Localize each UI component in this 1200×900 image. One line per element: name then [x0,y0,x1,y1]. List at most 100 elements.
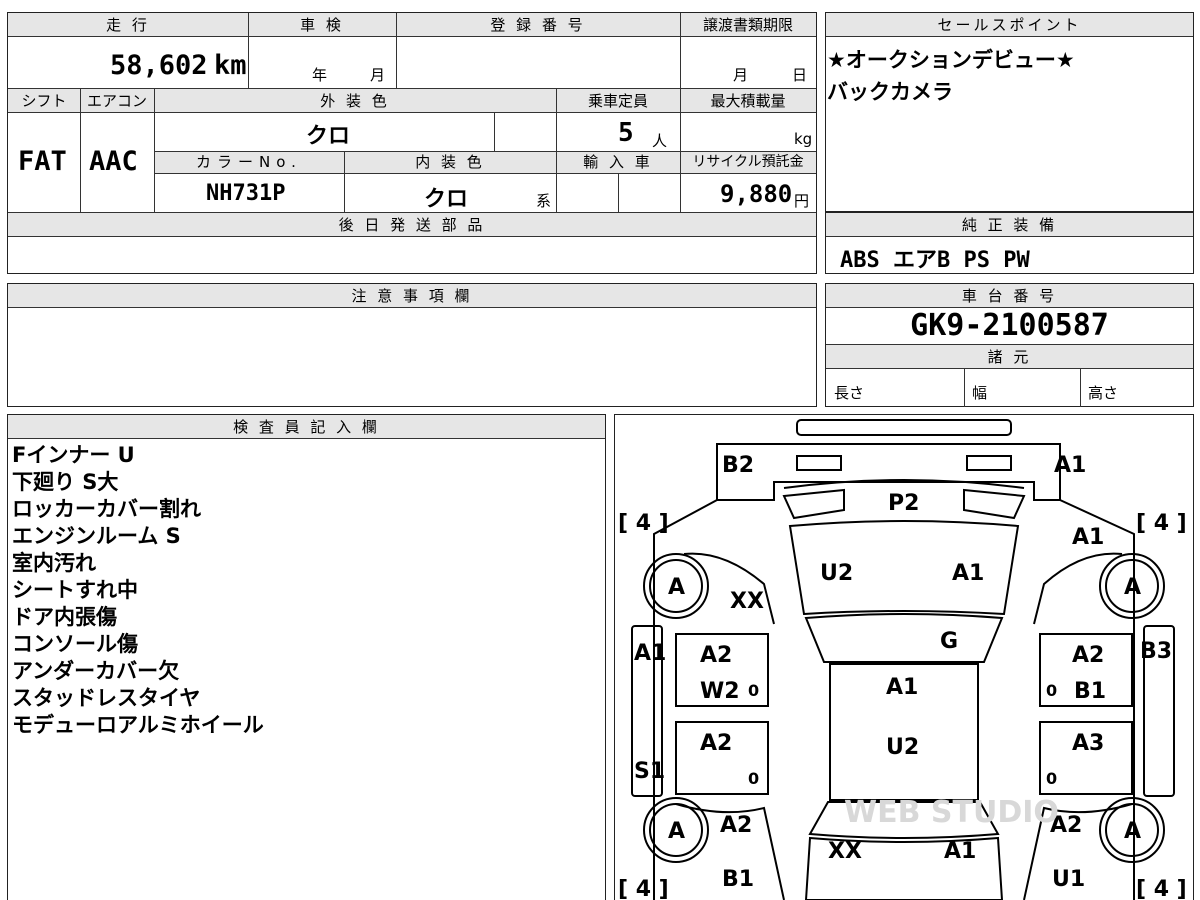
inspector-note: シートすれ中 [12,578,138,602]
watermark: WEB STUDIO [844,795,1059,830]
damage-a2-left-front-door: A2 [700,643,732,668]
damage-zero-1: 0 [748,681,759,700]
damage-u2-roof: U2 [886,735,919,760]
recycle-unit: 円 [794,192,810,210]
mileage-value: 58,602 [110,50,208,81]
fog-lamp-right [966,455,1012,471]
damage-u1-right-rear: U1 [1052,867,1085,892]
shift-value: FAT [18,146,67,177]
headlight-left [782,488,845,520]
damage-a2-right-front-door: A2 [1072,643,1104,668]
damage-w2-left-front-door: W2 [700,679,740,704]
damage-xx-trunk: XX [828,839,862,864]
damage-zero-3: 0 [748,769,759,788]
headlight-right [963,488,1026,520]
capacity-label: 乗車定員 [587,92,648,110]
wheel-label-fr: A [1124,575,1141,600]
color-no-value: NH731P [206,181,286,206]
wheel-label-rr: A [1124,819,1141,844]
damage-a1-front-right: A1 [1054,453,1086,478]
aircon-value: AAC [89,146,138,177]
wheel-label-fl: A [668,575,685,600]
wheel-label-rl: A [668,819,685,844]
chassis-value: GK9-2100587 [910,308,1109,343]
inspector-label: 検 査 員 記 入 欄 [233,418,380,436]
exterior-label: 外 装 色 [320,92,390,110]
damage-a1-hood: A1 [952,561,984,586]
recycle-value: 9,880 [720,180,793,208]
inspection-year: 年 [312,66,328,84]
damage-a1-trunk: A1 [944,839,976,864]
registration-label: 登 録 番 号 [490,16,586,34]
shift-label: シフト [21,92,67,110]
damage-diagram: [ 4 ] [ 4 ] [ 4 ] [ 4 ] A A A A B2 A1 P2… [618,419,1187,900]
damage-zero-4: 0 [1046,769,1057,788]
specs-height: 高さ [1088,384,1119,402]
inspector-note: エンジンルーム S [12,524,181,548]
sales-point-box [825,12,1194,212]
interior-label: 内 装 色 [415,153,485,171]
mileage-label: 走 行 [106,16,150,34]
inspector-note: コンソール傷 [12,632,138,656]
damage-b1-right-front-door: B1 [1074,679,1106,704]
color-no-label: カラーNo. [196,153,302,171]
damage-xx-front-left: XX [730,589,764,614]
capacity-unit: 人 [652,132,668,150]
damage-a1-left-pillar: A1 [634,641,666,666]
chassis-label: 車 台 番 号 [961,287,1058,305]
aircon-label: エアコン [86,92,147,110]
damage-a2-left-rear-door: A2 [700,731,732,756]
tire-count-rear-right: [ 4 ] [1136,877,1187,900]
sales-point-line: バックカメラ [827,80,953,104]
specs-width: 幅 [972,384,988,402]
damage-a1-right-fender: A1 [1072,525,1104,550]
inspector-note: 下廻り S大 [12,470,119,494]
damage-a2-left-rear-fender: A2 [720,813,752,838]
damage-b1-left-rear: B1 [722,867,754,892]
genuine-label: 純 正 装 備 [961,216,1058,234]
front-bumper-strip [796,419,1012,436]
inspector-notes: Fインナー U 下廻り S大 ロッカーカバー割れ エンジンルーム S 室内汚れ … [12,442,264,739]
inspection-label: 車 検 [300,16,344,34]
inspector-note: Fインナー U [12,443,135,467]
interior-value: クロ [424,187,469,212]
later-parts-label: 後 日 発 送 部 品 [338,216,486,234]
sales-point-line: ★オークションデビュー★ [827,48,1075,72]
damage-b2: B2 [722,453,754,478]
fog-lamp-left [796,455,842,471]
inspector-note: ロッカーカバー割れ [12,497,201,521]
inspector-note: アンダーカバー欠 [12,659,180,683]
damage-s1-left-rocker: S1 [634,759,665,784]
max-load-label: 最大積載量 [710,92,786,110]
specs-length: 長さ [834,384,865,402]
tire-count-rear-left: [ 4 ] [618,877,669,900]
damage-p2: P2 [888,491,919,516]
damage-u2-hood: U2 [820,561,853,586]
tire-count-front-right: [ 4 ] [1136,511,1187,536]
damage-a1-roof: A1 [886,675,918,700]
transfer-month: 月 [733,66,749,84]
damage-g-windshield: G [940,629,958,654]
tire-count-front-left: [ 4 ] [618,511,669,536]
inspector-note: スタッドレスタイヤ [12,686,201,710]
import-label: 輸 入 車 [583,153,653,171]
damage-b3-right-pillar: B3 [1140,639,1172,664]
mileage-unit: km [214,50,247,81]
sales-point-label: セールスポイント [937,16,1082,34]
inspector-note: ドア内張傷 [12,605,117,629]
specs-label: 諸 元 [987,348,1032,366]
transfer-day: 日 [792,66,808,84]
interior-suffix: 系 [536,192,552,210]
transfer-label: 譲渡書類期限 [702,16,793,34]
damage-a3-right-rear-door: A3 [1072,731,1104,756]
caution-label: 注 意 事 項 欄 [351,287,473,305]
recycle-label: リサイクル預託金 [692,154,804,170]
windshield [804,613,1004,663]
sales-point-lines: ★オークションデビュー★ バックカメラ [827,44,1075,108]
exterior-value: クロ [306,124,351,149]
inspector-note: モデューロアルミホイール [12,713,264,737]
genuine-value: ABS エアB PS PW [840,248,1030,273]
inspector-note: 室内汚れ [12,551,96,575]
capacity-value: 5 [618,118,634,148]
max-load-unit: kg [794,130,813,148]
